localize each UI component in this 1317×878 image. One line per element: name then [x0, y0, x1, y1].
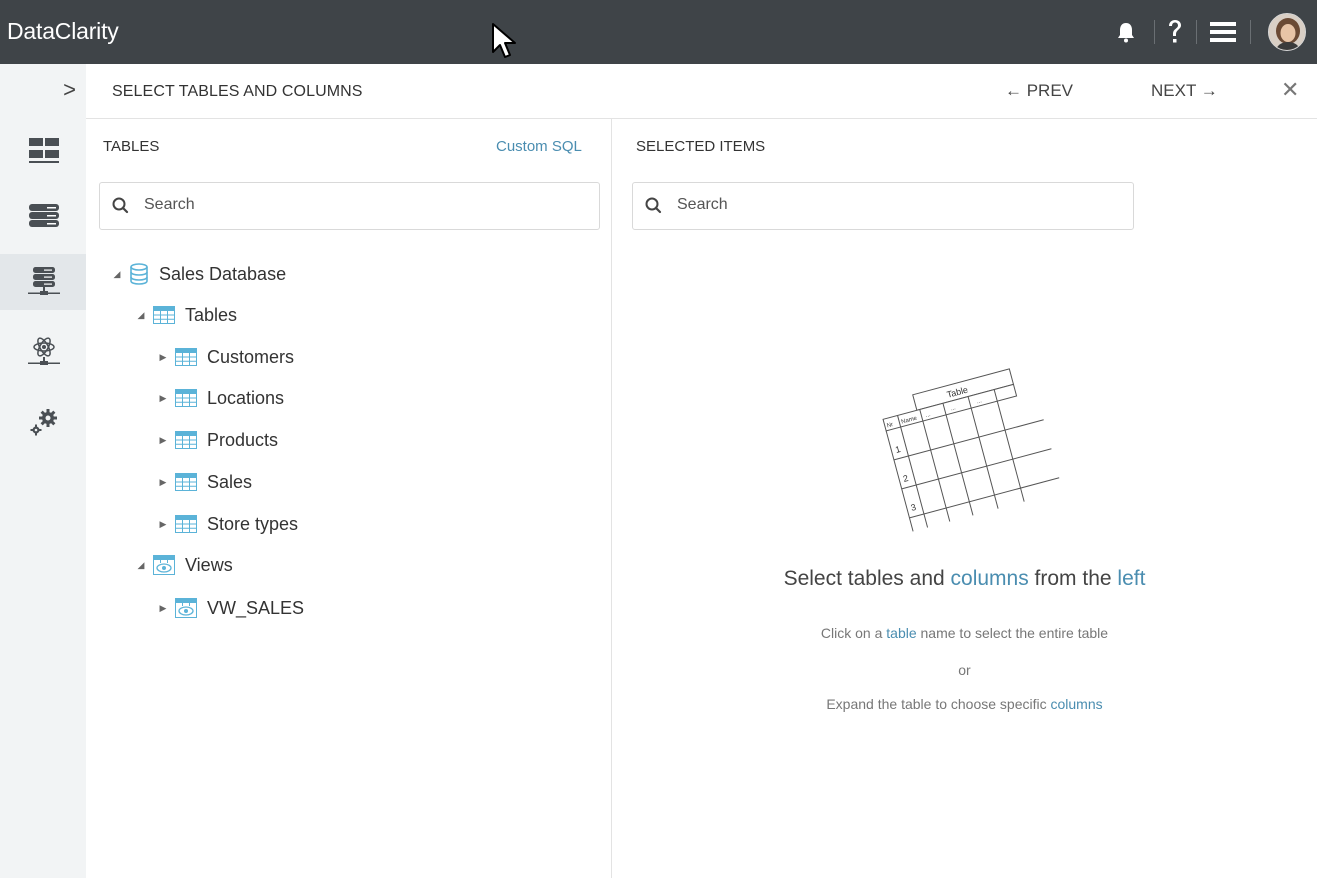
page-title: SELECT TABLES AND COLUMNS: [112, 83, 363, 100]
tree-node-label: VW_SALES: [207, 597, 305, 618]
science-model-icon: [28, 337, 60, 365]
hint-text: Expand the table to choose specific: [826, 696, 1051, 712]
selected-search-input[interactable]: [677, 196, 1077, 214]
tree-node-label: Customers: [207, 346, 295, 367]
prev-button[interactable]: ← PREV: [1005, 81, 1073, 101]
hint-text: Click on a: [820, 625, 887, 641]
mouse-cursor-icon: [492, 23, 516, 58]
empty-state-title: Select tables and columns from the left: [612, 567, 1317, 591]
help-icon[interactable]: [1164, 0, 1186, 64]
hint-highlight: table: [886, 625, 917, 641]
expand-triangle-icon[interactable]: ▶: [157, 519, 169, 530]
tree-node-table[interactable]: ▶ Products: [157, 425, 279, 455]
expand-triangle-icon[interactable]: ▶: [157, 477, 169, 488]
tree-node-label: Tables: [185, 304, 238, 325]
selected-items-heading: SELECTED ITEMS: [636, 138, 766, 155]
collapse-triangle-icon[interactable]: ◢: [135, 310, 147, 321]
tree-node-label: Store types: [207, 513, 299, 534]
close-icon[interactable]: ✕: [1281, 77, 1299, 103]
empty-title-highlight: left: [1117, 567, 1146, 590]
hint-text: name to select the entire table: [916, 625, 1109, 641]
topbar-divider: [1250, 20, 1251, 44]
table-icon: [175, 473, 197, 491]
tree-node-label: Sales: [207, 471, 253, 492]
dashboard-icon: [29, 138, 59, 163]
rail-item-datasets[interactable]: [0, 187, 86, 243]
table-icon: [175, 389, 197, 407]
chevron-right-icon: >: [63, 77, 76, 102]
view-icon: [175, 598, 197, 618]
search-icon: [112, 197, 129, 214]
tables-search-input[interactable]: [144, 196, 544, 214]
rail-item-settings[interactable]: [0, 394, 86, 450]
table-icon: [175, 348, 197, 366]
expand-triangle-icon[interactable]: ▶: [157, 393, 169, 404]
tree-node-label: Views: [185, 554, 233, 575]
datasets-icon: [29, 204, 59, 227]
search-icon: [645, 197, 662, 214]
brand-logo-text[interactable]: DataClarity: [7, 18, 119, 45]
selected-items-panel: SELECTED ITEMS Table Nr Name ... ... ...…: [612, 119, 1317, 878]
tables-search-box[interactable]: [99, 182, 600, 230]
collapse-triangle-icon[interactable]: ◢: [135, 560, 147, 571]
tree-node-table[interactable]: ▶ Sales: [157, 467, 253, 497]
selected-search-box[interactable]: [632, 182, 1134, 230]
rail-item-data-sources[interactable]: [0, 254, 86, 310]
tables-panel: TABLES Custom SQL ◢ Sales Database ◢ Tab…: [86, 119, 612, 878]
table-icon: [153, 306, 175, 324]
database-server-icon: [28, 267, 60, 295]
empty-table-illustration: Table Nr Name ... ... ... 1 2 3: [882, 368, 1060, 532]
tree-node-label: Products: [207, 429, 279, 450]
tree-node-label: Locations: [207, 387, 285, 408]
topbar-divider: [1196, 20, 1197, 44]
top-bar: DataClarity: [0, 0, 1317, 64]
tree-node-table[interactable]: ▶ Customers: [157, 342, 295, 372]
table-icon: [175, 515, 197, 533]
tree-node-views-group[interactable]: ◢ Views: [135, 550, 233, 580]
illustration-row: 2: [902, 473, 909, 484]
hint-highlight: columns: [1050, 696, 1103, 712]
database-icon: [129, 263, 149, 285]
tree-node-table[interactable]: ▶ Store types: [157, 509, 299, 539]
empty-state-or: or: [958, 662, 971, 678]
tree-node-tables-group[interactable]: ◢ Tables: [135, 300, 238, 330]
empty-title-text: Select tables and: [783, 567, 951, 590]
settings-icon: [30, 409, 57, 436]
illustration-row: 1: [894, 444, 901, 455]
view-icon: [153, 555, 175, 575]
tree-node-table[interactable]: ▶ Locations: [157, 383, 285, 413]
collapse-triangle-icon[interactable]: ◢: [111, 269, 123, 280]
left-rail: [0, 119, 86, 878]
wizard-header: > SELECT TABLES AND COLUMNS ← PREV NEXT …: [0, 64, 1317, 119]
user-avatar[interactable]: [1268, 13, 1306, 51]
empty-state-hint-1: Click on a table name to select the enti…: [612, 625, 1317, 641]
expand-triangle-icon[interactable]: ▶: [157, 603, 169, 614]
illustration-row: 3: [910, 502, 917, 513]
expand-triangle-icon[interactable]: ▶: [157, 352, 169, 363]
tree-node-database[interactable]: ◢ Sales Database: [111, 259, 286, 289]
rail-item-models[interactable]: [0, 324, 86, 380]
empty-state-hint-2: Expand the table to choose specific colu…: [612, 696, 1317, 712]
custom-sql-link[interactable]: Custom SQL: [496, 138, 582, 155]
bell-icon[interactable]: [1113, 0, 1139, 64]
tables-heading: TABLES: [103, 138, 160, 155]
menu-icon[interactable]: [1208, 0, 1238, 64]
expand-triangle-icon[interactable]: ▶: [157, 435, 169, 446]
rail-item-dashboards[interactable]: [0, 124, 86, 180]
expand-sidebar-button[interactable]: >: [0, 64, 86, 119]
tree-node-label: Sales Database: [159, 263, 287, 284]
next-button[interactable]: NEXT →: [1151, 81, 1218, 101]
tree-node-view[interactable]: ▶ VW_SALES: [157, 593, 304, 623]
topbar-divider: [1154, 20, 1155, 44]
table-icon: [175, 431, 197, 449]
empty-title-highlight: columns: [950, 567, 1029, 590]
empty-title-text: from the: [1028, 567, 1118, 590]
